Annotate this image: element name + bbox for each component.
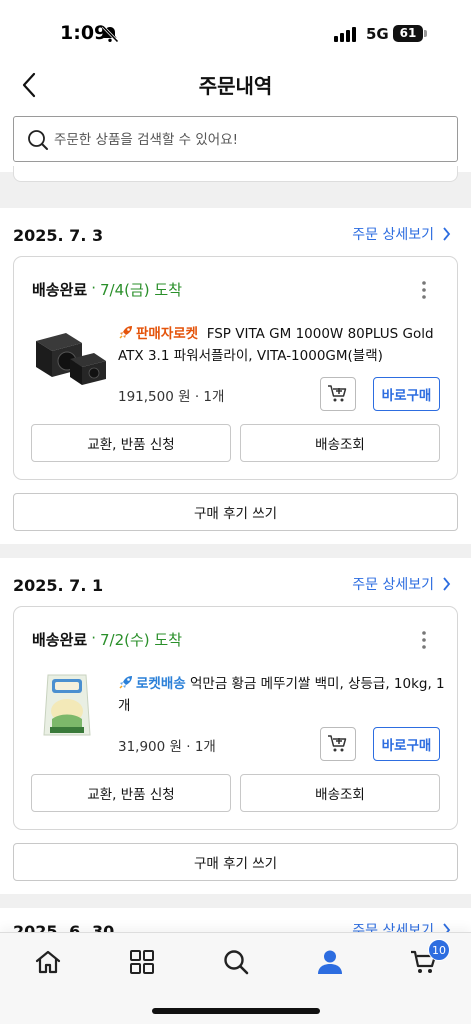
bell-off-icon: [101, 25, 119, 43]
back-icon[interactable]: [18, 70, 42, 100]
price-quantity: 191,500 원 · 1개: [118, 389, 225, 405]
cart-plus-icon: [328, 735, 347, 752]
battery-tip: [424, 30, 427, 37]
section-divider: [0, 544, 471, 558]
signal-icon: [334, 26, 356, 42]
buy-now-button[interactable]: 바로구매: [373, 727, 440, 761]
order-date: 2025. 7. 3: [13, 226, 104, 245]
more-options-icon[interactable]: [415, 279, 433, 301]
rocket-icon: [119, 326, 132, 339]
home-indicator: [152, 1008, 320, 1014]
categories-icon[interactable]: [127, 947, 157, 977]
battery-icon: 61: [393, 25, 423, 42]
order-detail-label: 주문 상세보기: [352, 577, 434, 593]
order-detail-label: 주문 상세보기: [352, 227, 434, 243]
order-group: 2025. 7. 1 주문 상세보기 배송완료 · 7/2(수) 도착 로켓배송…: [0, 558, 471, 894]
previous-order-card: [13, 166, 458, 182]
rocket-icon: [119, 676, 132, 689]
order-group: 2025. 7. 3 주문 상세보기 배송완료 · 7/4(금) 도착 판매자로…: [0, 208, 471, 544]
status-separator: ·: [91, 279, 96, 297]
rocket-delivery-badge: 로켓배송: [136, 676, 186, 692]
track-delivery-button[interactable]: 배송조회: [240, 424, 440, 462]
order-date: 2025. 7. 1: [13, 576, 104, 595]
exchange-return-button[interactable]: 교환, 반품 신청: [31, 774, 231, 812]
product-image-rice: [30, 669, 108, 741]
write-review-button[interactable]: 구매 후기 쓰기: [13, 843, 458, 881]
delivery-status: 배송완료 · 7/4(금) 도착: [32, 279, 182, 300]
status-bar: 1:09 5G 61: [0, 0, 471, 62]
product-image-psu: [30, 323, 108, 395]
order-detail-link[interactable]: 주문 상세보기: [352, 574, 451, 594]
order-detail-link[interactable]: 주문 상세보기: [352, 224, 451, 244]
home-icon[interactable]: [33, 947, 63, 977]
buy-now-button[interactable]: 바로구매: [373, 377, 440, 411]
delivery-status-text: 배송완료: [32, 281, 88, 299]
track-delivery-button[interactable]: 배송조회: [240, 774, 440, 812]
my-page-icon[interactable]: [315, 947, 345, 977]
arrival-date: 7/2(수) 도착: [99, 631, 182, 649]
section-divider: [0, 894, 471, 908]
search-box[interactable]: [13, 116, 458, 162]
add-to-cart-button[interactable]: [320, 727, 356, 761]
delivery-status-text: 배송완료: [32, 631, 88, 649]
page-title: 주문내역: [198, 74, 273, 98]
add-to-cart-button[interactable]: [320, 377, 356, 411]
price-quantity: 31,900 원 · 1개: [118, 739, 216, 755]
arrival-date: 7/4(금) 도착: [99, 281, 182, 299]
search-input[interactable]: [54, 127, 444, 153]
exchange-return-button[interactable]: 교환, 반품 신청: [31, 424, 231, 462]
chevron-right-icon: [443, 577, 451, 591]
order-card: 배송완료 · 7/4(금) 도착 판매자로켓 FSP VITA GM 1000W…: [13, 256, 458, 480]
cart-plus-icon: [328, 385, 347, 402]
search-icon[interactable]: [221, 947, 251, 977]
cart-count-badge: 10: [428, 939, 450, 961]
more-options-icon[interactable]: [415, 629, 433, 651]
delivery-status: 배송완료 · 7/2(수) 도착: [32, 629, 182, 650]
search-icon: [28, 130, 48, 150]
order-card: 배송완료 · 7/2(수) 도착 로켓배송 억만금 황금 메뚜기쌀 백미, 상등…: [13, 606, 458, 830]
status-separator: ·: [91, 629, 96, 647]
page-header: 주문내역: [0, 62, 471, 108]
write-review-button[interactable]: 구매 후기 쓰기: [13, 493, 458, 531]
product-title[interactable]: 로켓배송 억만금 황금 메뚜기쌀 백미, 상등급, 10kg, 1개: [118, 673, 448, 717]
product-title[interactable]: 판매자로켓 FSP VITA GM 1000W 80PLUS Gold ATX …: [118, 323, 448, 367]
network-label: 5G: [366, 25, 389, 43]
seller-rocket-badge: 판매자로켓: [136, 326, 199, 342]
chevron-right-icon: [443, 227, 451, 241]
